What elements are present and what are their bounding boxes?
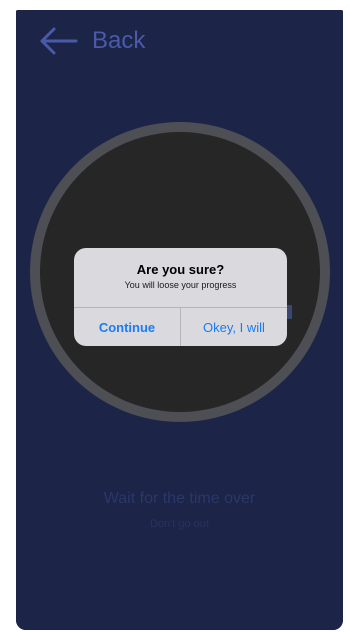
dialog-actions: Continue Okey, I will [74, 307, 287, 346]
confirm-leave-button[interactable]: Okey, I will [181, 308, 287, 346]
continue-button[interactable]: Continue [74, 308, 180, 346]
confirm-dialog: Are you sure? You will loose your progre… [74, 248, 287, 346]
header: Back [38, 24, 145, 58]
wait-subtitle: Don't go out [150, 518, 209, 530]
dialog-title: Are you sure? [136, 262, 225, 277]
dialog-body: Are you sure? You will loose your progre… [74, 248, 287, 308]
arrow-left-icon[interactable] [38, 26, 78, 56]
wait-title: Wait for the time over [103, 490, 256, 507]
dialog-message: You will loose your progress [124, 280, 237, 290]
back-button[interactable]: Back [92, 27, 145, 55]
app-screen: Back Wait for the time over Don't go out… [16, 10, 343, 630]
